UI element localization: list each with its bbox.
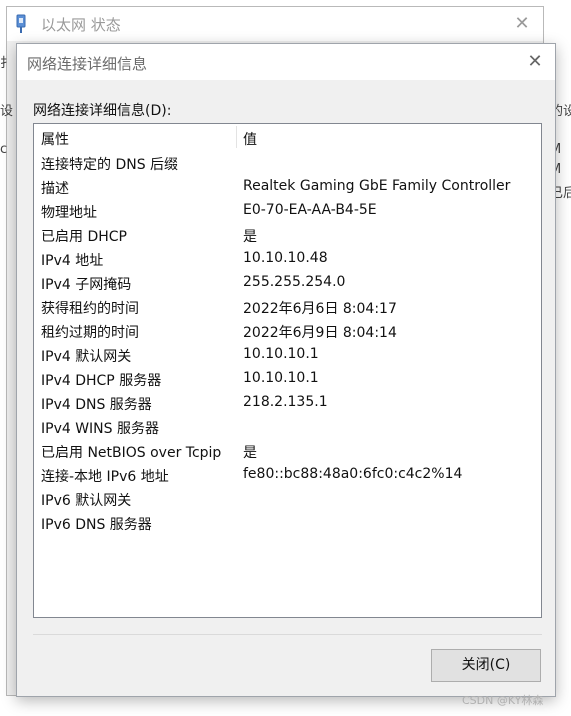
- property-cell: IPv4 地址: [41, 253, 104, 269]
- dialog-titlebar[interactable]: 网络连接详细信息 ✕: [17, 44, 555, 80]
- list-item[interactable]: IPv4 地址 10.10.10.48: [34, 248, 541, 272]
- list-item[interactable]: 连接-本地 IPv6 地址 fe80::bc88:48a0:6fc0:c4c2%1…: [34, 464, 541, 488]
- ethernet-status-title: 以太网 状态: [41, 16, 121, 34]
- list-item[interactable]: 物理地址 E0-70-EA-AA-B4-5E: [34, 200, 541, 224]
- property-cell: 已启用 NetBIOS over Tcpip: [41, 445, 222, 461]
- list-item[interactable]: IPv6 默认网关: [34, 488, 541, 512]
- property-cell: IPv6 DNS 服务器: [41, 517, 152, 533]
- close-button[interactable]: 关闭(C): [431, 649, 541, 682]
- list-item[interactable]: IPv4 DNS 服务器 218.2.135.1: [34, 392, 541, 416]
- list-item[interactable]: 租约过期的时间 2022年6月9日 8:04:14: [34, 320, 541, 344]
- list-item[interactable]: IPv4 DHCP 服务器 10.10.10.1: [34, 368, 541, 392]
- property-cell: IPv4 DNS 服务器: [41, 397, 152, 413]
- property-cell: IPv4 WINS 服务器: [41, 421, 159, 437]
- left-edge-fragment: 扌: [0, 56, 14, 71]
- list-item[interactable]: IPv4 子网掩码 255.255.254.0: [34, 272, 541, 296]
- value-cell: 是: [243, 229, 257, 245]
- network-adapter-icon: [16, 14, 26, 33]
- details-rows: 连接特定的 DNS 后缀 描述 Realtek Gaming GbE Family …: [34, 152, 541, 536]
- value-cell: 2022年6月6日 8:04:17: [243, 301, 397, 317]
- column-header-value[interactable]: 值: [243, 129, 257, 149]
- property-cell: IPv4 子网掩码: [41, 277, 132, 293]
- list-item[interactable]: 描述 Realtek Gaming GbE Family Controller: [34, 176, 541, 200]
- list-item[interactable]: 已启用 NetBIOS over Tcpip 是: [34, 440, 541, 464]
- column-header-property[interactable]: 属性: [41, 129, 69, 149]
- value-cell: 10.10.10.48: [243, 250, 328, 266]
- details-list[interactable]: 属性 值 连接特定的 DNS 后缀 描述 Realtek Gaming GbE Fa…: [33, 123, 542, 618]
- property-cell: 获得租约的时间: [41, 301, 139, 317]
- list-item[interactable]: 连接特定的 DNS 后缀: [34, 152, 541, 176]
- network-connection-details-dialog: 网络连接详细信息 ✕ 网络连接详细信息(D): 属性 值 连接特定的 DNS 后…: [16, 43, 556, 697]
- property-cell: IPv6 默认网关: [41, 493, 132, 509]
- value-cell: 218.2.135.1: [243, 394, 328, 410]
- list-header: 属性 值: [34, 124, 541, 150]
- list-item[interactable]: 获得租约的时间 2022年6月6日 8:04:17: [34, 296, 541, 320]
- value-cell: 2022年6月9日 8:04:14: [243, 325, 397, 341]
- column-separator[interactable]: [236, 126, 237, 148]
- left-edge-fragment: c: [0, 142, 8, 157]
- property-cell: IPv4 DHCP 服务器: [41, 373, 162, 389]
- property-cell: 连接-本地 IPv6 地址: [41, 469, 169, 485]
- ethernet-status-close-icon[interactable]: ✕: [509, 11, 535, 37]
- list-item[interactable]: IPv4 WINS 服务器: [34, 416, 541, 440]
- list-item[interactable]: IPv4 默认网关 10.10.10.1: [34, 344, 541, 368]
- value-cell: 10.10.10.1: [243, 346, 319, 362]
- dialog-divider: [33, 634, 542, 635]
- value-cell: 255.255.254.0: [243, 274, 346, 290]
- value-cell: E0-70-EA-AA-B4-5E: [243, 202, 377, 218]
- dialog-close-icon[interactable]: ✕: [521, 49, 549, 75]
- list-item[interactable]: IPv6 DNS 服务器: [34, 512, 541, 536]
- property-cell: IPv4 默认网关: [41, 349, 132, 365]
- watermark: CSDN @KY林森: [462, 694, 544, 707]
- ethernet-status-titlebar: 以太网 状态 ✕: [7, 7, 543, 41]
- property-cell: 描述: [41, 181, 69, 197]
- value-cell: fe80::bc88:48a0:6fc0:c4c2%14: [243, 466, 463, 482]
- value-cell: 10.10.10.1: [243, 370, 319, 386]
- property-cell: 物理地址: [41, 205, 97, 221]
- value-cell: Realtek Gaming GbE Family Controller: [243, 178, 511, 194]
- property-cell: 已启用 DHCP: [41, 229, 127, 245]
- left-edge-fragment: 设: [0, 104, 14, 119]
- dialog-title: 网络连接详细信息: [27, 55, 148, 73]
- property-cell: 租约过期的时间: [41, 325, 139, 341]
- details-group-label: 网络连接详细信息(D):: [33, 103, 172, 119]
- property-cell: 连接特定的 DNS 后缀: [41, 157, 179, 173]
- list-item[interactable]: 已启用 DHCP 是: [34, 224, 541, 248]
- value-cell: 是: [243, 445, 257, 461]
